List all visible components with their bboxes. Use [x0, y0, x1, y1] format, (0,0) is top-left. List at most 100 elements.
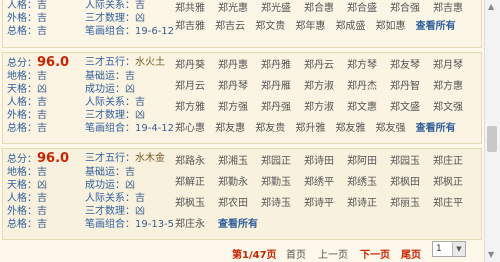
value-people: 吉 [37, 97, 47, 108]
name-link[interactable]: 郑方强 [218, 101, 261, 115]
name-link[interactable]: 郑友琴 [390, 59, 433, 73]
name-link[interactable]: 郑友惠 [215, 122, 255, 136]
value-outer: 吉 [37, 110, 47, 121]
name-link[interactable]: 郑吉惠 [433, 2, 476, 16]
value-outer: 吉 [37, 206, 47, 217]
name-link[interactable]: 郑升雅 [295, 122, 335, 136]
name-link[interactable]: 郑阿田 [347, 155, 390, 169]
scroll-up-icon[interactable]: ▲ [488, 2, 494, 11]
name-link[interactable]: 郑方淑 [304, 101, 347, 115]
label-sancai: 三才数理： [85, 110, 135, 121]
name-link[interactable]: 郑合盛 [347, 2, 390, 16]
value-earth: 吉 [37, 167, 47, 178]
name-link[interactable]: 郑光盛 [261, 2, 304, 16]
next-page-link[interactable]: 下一页 [360, 246, 390, 261]
name-link[interactable]: 郑丹云 [304, 59, 347, 73]
page-select[interactable]: 1 ▼ [432, 241, 466, 257]
name-link[interactable]: 郑心惠 [175, 122, 215, 136]
name-link[interactable]: 郑月琴 [433, 59, 476, 73]
value-score: 96.0 [37, 151, 70, 166]
name-link[interactable]: 郑庄永 [175, 218, 218, 232]
name-link[interactable]: 郑丹智 [390, 80, 433, 94]
name-link[interactable]: 郑文盛 [390, 101, 433, 115]
name-link[interactable]: 郑绣平 [304, 176, 347, 190]
name-link[interactable]: 郑友雅 [335, 122, 375, 136]
name-link[interactable]: 郑吉云 [215, 20, 255, 34]
value-relation: 吉 [135, 97, 145, 108]
name-link[interactable]: 郑方琴 [347, 59, 390, 73]
results-panel: 人格：吉 外格：吉 总格：吉 人际关系：吉 三才数理：凶 笔画组合：19-6-1… [0, 0, 484, 262]
card-1-names: 郑共雅 郑光惠 郑光盛 郑合惠 郑合盛 郑合强 郑吉惠 郑吉雅 郑吉云 郑文贵 … [175, 2, 481, 34]
card-2-mid: 三才五行：水火土 基础运：吉 成功运：凶 人际关系：吉 三才数理：凶 笔画组合：… [85, 55, 174, 135]
chevron-down-icon[interactable]: ▼ [452, 242, 465, 256]
label-strokes: 笔画组合： [85, 26, 135, 37]
scroll-down-icon[interactable]: ▼ [488, 250, 494, 259]
name-link[interactable]: 郑勤永 [218, 176, 261, 190]
value-heaven: 凶 [37, 180, 47, 191]
name-link[interactable]: 郑文惠 [347, 101, 390, 115]
label-strokes: 笔画组合： [85, 123, 135, 134]
label-wuxing: 三才五行： [85, 153, 135, 164]
name-link[interactable]: 郑农田 [218, 197, 261, 211]
name-link[interactable]: 郑文强 [433, 101, 476, 115]
name-link[interactable]: 郑枫玉 [175, 197, 218, 211]
name-link[interactable]: 郑丹强 [261, 101, 304, 115]
name-link[interactable]: 郑丹葵 [175, 59, 218, 73]
name-link[interactable]: 郑勤玉 [261, 176, 304, 190]
name-link[interactable]: 郑绣玉 [347, 176, 390, 190]
value-wuxing: 水火土 [135, 57, 165, 68]
name-link[interactable]: 郑丹雅 [261, 59, 304, 73]
name-link[interactable]: 郑丹雁 [261, 80, 304, 94]
value-total: 吉 [37, 219, 47, 230]
name-link[interactable]: 郑共雅 [175, 2, 218, 16]
vertical-scrollbar[interactable]: ▲ ▼ [484, 0, 500, 262]
name-link[interactable]: 郑如惠 [376, 20, 416, 34]
view-all-link[interactable]: 查看所有 [416, 20, 481, 34]
name-link[interactable]: 郑方雅 [175, 101, 218, 115]
name-link[interactable]: 郑诗正 [347, 197, 390, 211]
value-earth: 吉 [37, 71, 47, 82]
name-link[interactable]: 郑友贵 [255, 122, 295, 136]
value-success: 凶 [125, 84, 135, 95]
prev-page-link[interactable]: 上一页 [318, 246, 348, 261]
name-link[interactable]: 郑枫田 [390, 176, 433, 190]
last-page-link[interactable]: 尾页 [401, 246, 421, 261]
name-link[interactable]: 郑诗平 [304, 197, 347, 211]
name-link[interactable]: 郑解正 [175, 176, 218, 190]
name-link[interactable]: 郑合强 [390, 2, 433, 16]
name-link[interactable]: 郑年惠 [295, 20, 335, 34]
name-link[interactable]: 郑湘玉 [218, 155, 261, 169]
name-link[interactable]: 郑庄平 [433, 197, 476, 211]
view-all-link[interactable]: 查看所有 [218, 218, 288, 232]
name-link[interactable]: 郑丽玉 [390, 197, 433, 211]
first-page-link[interactable]: 首页 [286, 246, 306, 261]
name-link[interactable]: 郑诗玉 [261, 197, 304, 211]
name-link[interactable]: 郑方淑 [304, 80, 347, 94]
name-row: 郑吉雅 郑吉云 郑文贵 郑年惠 郑成盛 郑如惠 查看所有 [175, 20, 481, 34]
name-link[interactable]: 郑友强 [376, 122, 416, 136]
name-link[interactable]: 郑枫正 [433, 176, 476, 190]
value-strokes: 19-6-12 [135, 26, 175, 37]
name-link[interactable]: 郑文贵 [255, 20, 295, 34]
name-link[interactable]: 郑光惠 [218, 2, 261, 16]
view-all-link[interactable]: 查看所有 [416, 122, 481, 136]
name-link[interactable]: 郑丹杰 [347, 80, 390, 94]
name-row: 郑庄永 查看所有 [175, 218, 481, 232]
name-link[interactable]: 郑合惠 [304, 2, 347, 16]
name-link[interactable]: 郑路永 [175, 155, 218, 169]
name-link[interactable]: 郑园正 [261, 155, 304, 169]
name-link[interactable]: 郑丹琴 [218, 80, 261, 94]
name-link[interactable]: 郑方惠 [433, 80, 476, 94]
name-link[interactable]: 郑月云 [175, 80, 218, 94]
name-row: 郑方雅 郑方强 郑丹强 郑方淑 郑文惠 郑文盛 郑文强 [175, 101, 481, 115]
name-link[interactable]: 郑丹惠 [218, 59, 261, 73]
scrollbar-thumb[interactable] [487, 126, 497, 152]
name-link[interactable]: 郑庄正 [433, 155, 476, 169]
value-total: 吉 [37, 123, 47, 134]
label-wuxing: 三才五行： [85, 57, 135, 68]
value-relation: 吉 [135, 0, 145, 11]
name-link[interactable]: 郑吉雅 [175, 20, 215, 34]
name-link[interactable]: 郑成盛 [335, 20, 375, 34]
name-link[interactable]: 郑园玉 [390, 155, 433, 169]
name-link[interactable]: 郑诗田 [304, 155, 347, 169]
